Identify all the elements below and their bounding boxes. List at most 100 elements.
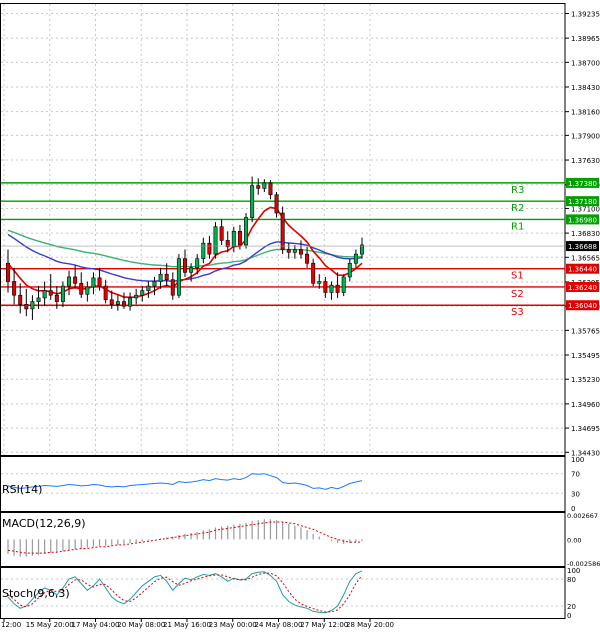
candle-bear bbox=[73, 276, 78, 284]
candle-bull bbox=[201, 242, 206, 259]
time-axis-label: 17 May 04:00 bbox=[71, 621, 119, 629]
stoch-scale-label: 80 bbox=[567, 576, 576, 584]
level-price-label-r1: 1.36980 bbox=[568, 216, 597, 224]
candle-bull bbox=[262, 182, 267, 189]
candle-bull bbox=[341, 276, 346, 293]
time-axis-label: 27 May 12:00 bbox=[300, 621, 348, 629]
time-axis-label: 23 May 00:00 bbox=[209, 621, 257, 629]
candle-bull bbox=[36, 297, 41, 302]
price-tick-label: 1.37630 bbox=[571, 157, 600, 165]
level-label-r3: R3 bbox=[511, 185, 524, 196]
candle-bull bbox=[329, 284, 334, 293]
level-label-r2: R2 bbox=[511, 203, 524, 214]
macd-scale-label: 0.002667 bbox=[567, 512, 598, 520]
stoch-scale-label: 100 bbox=[567, 567, 580, 575]
candle-bull bbox=[91, 277, 96, 288]
price-tick-label: 1.34695 bbox=[571, 425, 600, 433]
candle-bear bbox=[164, 273, 169, 280]
price-tick-label: 1.38160 bbox=[571, 109, 600, 117]
candle-bear bbox=[335, 284, 340, 293]
candle-bull bbox=[115, 301, 120, 305]
candle-bull bbox=[152, 281, 157, 287]
stoch-label: Stoch(9,6,3) bbox=[2, 587, 70, 600]
candle-bear bbox=[256, 185, 261, 189]
time-axis-label: 12:00 bbox=[1, 621, 21, 629]
candle-bear bbox=[170, 279, 175, 296]
candle-bear bbox=[286, 249, 291, 253]
time-axis-label: 15 May 20:00 bbox=[26, 621, 74, 629]
candle-bear bbox=[97, 277, 102, 287]
candle-bull bbox=[128, 297, 133, 307]
level-price-label-r3: 1.37380 bbox=[568, 180, 597, 188]
price-tick-label: 1.39235 bbox=[571, 11, 600, 19]
candle-bear bbox=[109, 299, 114, 305]
level-label-s1: S1 bbox=[511, 271, 524, 282]
indicator-pane-frame-1 bbox=[0, 456, 566, 512]
level-price-label-s1: 1.36440 bbox=[568, 266, 597, 274]
macd-label: MACD(12,26,9) bbox=[2, 517, 86, 530]
candle-bear bbox=[103, 285, 108, 301]
candle-bull bbox=[67, 276, 72, 287]
time-axis-label: 21 May 16:00 bbox=[163, 621, 211, 629]
level-price-label-r2: 1.37180 bbox=[568, 198, 597, 206]
time-axis-label: 28 May 20:00 bbox=[346, 621, 394, 629]
candle-bear bbox=[237, 230, 242, 246]
candle-bull bbox=[231, 230, 236, 248]
level-label-r1: R1 bbox=[511, 221, 524, 232]
candle-bear bbox=[305, 253, 310, 264]
stoch-scale-label: 20 bbox=[567, 603, 576, 611]
price-tick-label: 1.35495 bbox=[571, 352, 600, 360]
candle-bull bbox=[195, 258, 200, 269]
candle-bull bbox=[42, 290, 47, 299]
stoch-scale-label: 0 bbox=[567, 612, 571, 620]
candle-bull bbox=[146, 285, 151, 291]
candle-bear bbox=[274, 194, 279, 214]
chart-svg: 1.39235 1.38965 1.38700 1.38430 1.38160 1.379… bbox=[0, 3, 600, 629]
time-axis-label: 24 May 08:00 bbox=[254, 621, 302, 629]
rsi-scale-label: 30 bbox=[571, 490, 580, 498]
candle-bull bbox=[244, 217, 249, 246]
candle-bear bbox=[12, 281, 17, 296]
price-tick-label: 1.38700 bbox=[571, 59, 600, 67]
candle-bull bbox=[60, 285, 65, 302]
candle-bull bbox=[189, 267, 194, 273]
candle-bear bbox=[183, 258, 187, 273]
time-axis-label: 20 May 08:00 bbox=[117, 621, 165, 629]
candle-bull bbox=[134, 294, 139, 299]
current-price-label: 1.36688 bbox=[568, 243, 597, 251]
price-tick-label: 1.38965 bbox=[571, 35, 600, 43]
level-price-label-s3: 1.36040 bbox=[568, 302, 597, 310]
candle-bear bbox=[298, 249, 303, 255]
forex-chart: 1.39235 1.38965 1.38700 1.38430 1.38160 1.379… bbox=[0, 0, 600, 633]
macd-scale-label: 0.00 bbox=[567, 536, 581, 544]
candle-bull bbox=[140, 290, 145, 296]
level-price-label-s2: 1.36240 bbox=[568, 284, 597, 292]
candle-bull bbox=[176, 258, 181, 296]
price-tick-label: 1.38430 bbox=[571, 84, 600, 92]
candle-bear bbox=[311, 262, 316, 284]
level-label-s2: S2 bbox=[511, 289, 524, 300]
candle-bull bbox=[213, 226, 218, 255]
candle-bull bbox=[353, 253, 358, 264]
level-label-s3: S3 bbox=[511, 307, 524, 318]
rsi-label: RSI(14) bbox=[2, 483, 42, 496]
price-tick-label: 1.35230 bbox=[571, 376, 600, 384]
candle-bear bbox=[54, 294, 59, 302]
candle-bear bbox=[6, 262, 10, 282]
candle-bear bbox=[268, 182, 273, 196]
candle-bull bbox=[30, 301, 35, 310]
candle-bear bbox=[219, 226, 224, 241]
price-tick-label: 1.37100 bbox=[571, 205, 600, 213]
candle-bull bbox=[85, 286, 90, 295]
price-tick-label: 1.36830 bbox=[571, 230, 600, 238]
price-tick-label: 1.37900 bbox=[571, 132, 600, 140]
candle-bear bbox=[18, 294, 23, 305]
candle-bull bbox=[292, 249, 297, 253]
candle-bull bbox=[317, 281, 322, 284]
candle-bull bbox=[158, 273, 163, 282]
candle-bear bbox=[24, 304, 29, 310]
candle-bear bbox=[121, 301, 126, 307]
rsi-scale-label: 100 bbox=[571, 456, 584, 464]
candle-bear bbox=[79, 283, 84, 295]
candle-bear bbox=[207, 242, 212, 255]
